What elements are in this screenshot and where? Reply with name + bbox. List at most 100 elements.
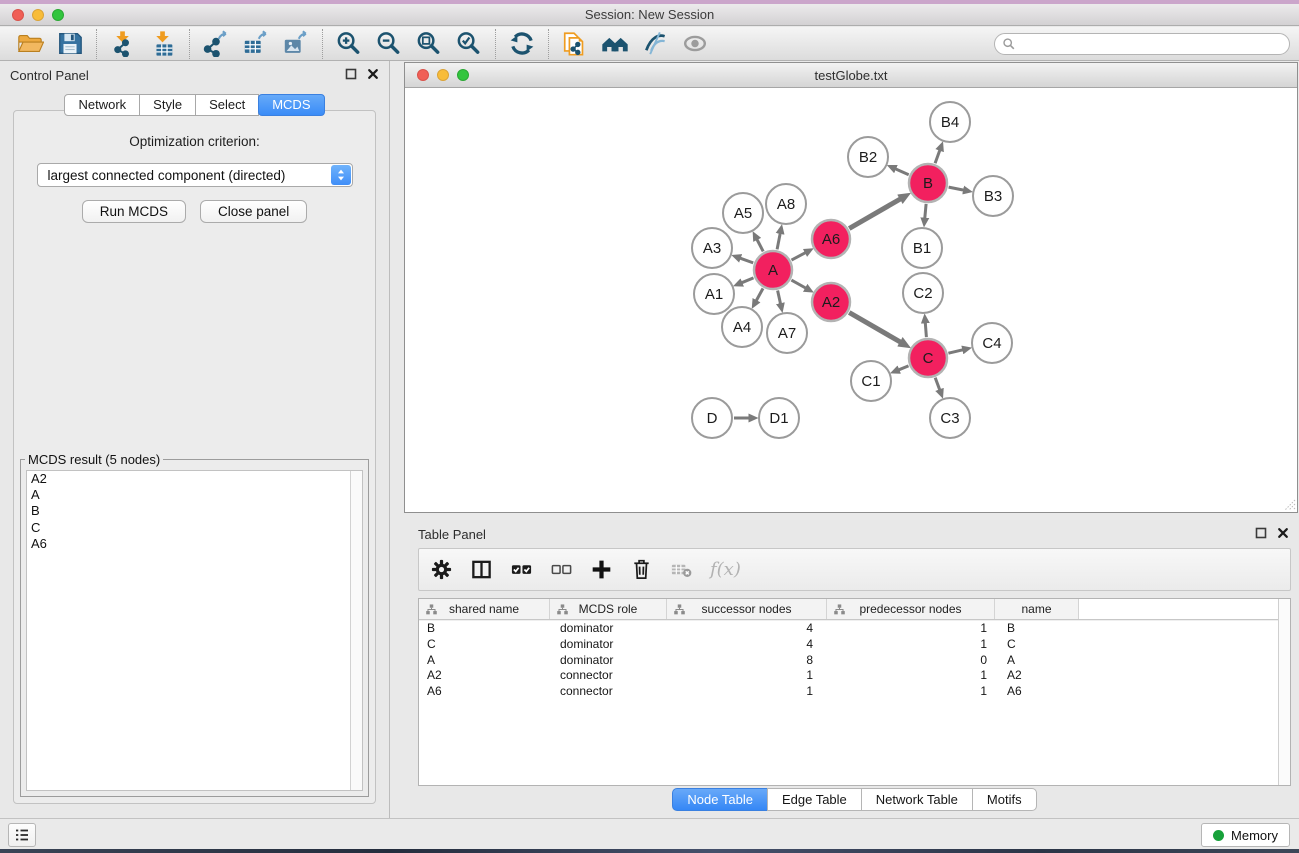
mcds-result-item[interactable]: B xyxy=(27,503,362,519)
table-cell[interactable]: A2 xyxy=(995,668,1079,684)
node-A6[interactable]: A6 xyxy=(812,220,850,258)
edge-A2-C[interactable] xyxy=(849,313,900,343)
edge-C-C3[interactable] xyxy=(935,378,940,390)
edge-A-A3[interactable] xyxy=(740,258,753,263)
node-A4[interactable]: A4 xyxy=(722,307,762,347)
delete-table-icon[interactable] xyxy=(668,557,694,583)
tab-edge-table[interactable]: Edge Table xyxy=(767,788,862,811)
edge-A-A7[interactable] xyxy=(778,291,781,304)
table-options-icon[interactable] xyxy=(428,557,454,583)
tab-node-table[interactable]: Node Table xyxy=(672,788,768,811)
export-table-icon[interactable] xyxy=(236,29,276,59)
memory-button[interactable]: Memory xyxy=(1201,823,1290,847)
node-B1[interactable]: B1 xyxy=(902,228,942,268)
node-C[interactable]: C xyxy=(909,339,947,377)
refresh-icon[interactable] xyxy=(502,29,542,59)
node-A2[interactable]: A2 xyxy=(812,283,850,321)
edge-A-A6[interactable] xyxy=(792,253,806,260)
table-cell[interactable]: 1 xyxy=(827,621,995,637)
table-cell[interactable]: B xyxy=(995,621,1079,637)
result-scrollbar[interactable] xyxy=(350,471,362,790)
node-B2[interactable]: B2 xyxy=(848,137,888,177)
mcds-result-item[interactable]: C xyxy=(27,520,362,536)
table-cell[interactable]: C xyxy=(419,637,550,653)
edge-B-B4[interactable] xyxy=(935,150,940,163)
home-icon[interactable] xyxy=(595,29,635,59)
node-A5[interactable]: A5 xyxy=(723,193,763,233)
node-D1[interactable]: D1 xyxy=(759,398,799,438)
tab-network[interactable]: Network xyxy=(64,94,140,116)
table-cell[interactable]: connector xyxy=(550,684,667,700)
network-canvas[interactable]: B4B2BB3B1A5A8A3A6AA1A4A7A2C2CC4C1C3DD1 xyxy=(405,89,1297,512)
node-C1[interactable]: C1 xyxy=(851,361,891,401)
import-network-icon[interactable] xyxy=(103,29,143,59)
node-D[interactable]: D xyxy=(692,398,732,438)
zoom-selected-icon[interactable] xyxy=(449,29,489,59)
column-header-predecessor-nodes[interactable]: predecessor nodes xyxy=(827,599,995,619)
close-panel-icon[interactable] xyxy=(367,68,379,80)
node-B3[interactable]: B3 xyxy=(973,176,1013,216)
node-A[interactable]: A xyxy=(754,251,792,289)
search-box[interactable] xyxy=(994,33,1290,55)
save-session-icon[interactable] xyxy=(50,29,90,59)
table-row[interactable]: Bdominator41B xyxy=(419,621,1290,637)
network-window-titlebar[interactable]: testGlobe.txt xyxy=(405,63,1297,88)
node-C3[interactable]: C3 xyxy=(930,398,970,438)
table-cell[interactable]: 4 xyxy=(667,637,827,653)
table-cell[interactable]: dominator xyxy=(550,637,667,653)
tab-select[interactable]: Select xyxy=(195,94,259,116)
table-cell[interactable]: 0 xyxy=(827,653,995,669)
table-row[interactable]: Adominator80A xyxy=(419,653,1290,669)
mcds-result-item[interactable]: A2 xyxy=(27,471,362,487)
table-cell[interactable]: 8 xyxy=(667,653,827,669)
open-session-icon[interactable] xyxy=(10,29,50,59)
table-cell[interactable]: A6 xyxy=(995,684,1079,700)
edge-C-C4[interactable] xyxy=(948,350,962,353)
node-C2[interactable]: C2 xyxy=(903,273,943,313)
mcds-result-item[interactable]: A6 xyxy=(27,536,362,552)
close-panel-button[interactable]: Close panel xyxy=(200,200,307,223)
node-B4[interactable]: B4 xyxy=(930,102,970,142)
deselect-all-icon[interactable] xyxy=(548,557,574,583)
table-row[interactable]: A2connector11A2 xyxy=(419,668,1290,684)
export-network-icon[interactable] xyxy=(196,29,236,59)
table-cell[interactable]: 1 xyxy=(827,668,995,684)
node-B[interactable]: B xyxy=(909,164,947,202)
edge-A-A1[interactable] xyxy=(742,278,754,283)
tab-motifs[interactable]: Motifs xyxy=(972,788,1037,811)
add-column-icon[interactable] xyxy=(588,557,614,583)
tab-network-table[interactable]: Network Table xyxy=(861,788,973,811)
table-cell[interactable]: A6 xyxy=(419,684,550,700)
table-cell[interactable]: A xyxy=(419,653,550,669)
column-header-successor-nodes[interactable]: successor nodes xyxy=(667,599,827,619)
import-table-icon[interactable] xyxy=(143,29,183,59)
function-builder-button[interactable]: f(x) xyxy=(708,559,741,580)
edge-A-A5[interactable] xyxy=(757,240,763,252)
table-cell[interactable]: 1 xyxy=(827,637,995,653)
mcds-result-item[interactable]: A xyxy=(27,487,362,503)
table-cell[interactable]: A xyxy=(995,653,1079,669)
edge-C-C1[interactable] xyxy=(899,366,909,370)
table-cell[interactable]: B xyxy=(419,621,550,637)
task-history-button[interactable] xyxy=(8,823,36,847)
table-cell[interactable]: connector xyxy=(550,668,667,684)
tab-style[interactable]: Style xyxy=(139,94,196,116)
node-A3[interactable]: A3 xyxy=(692,228,732,268)
table-cell[interactable]: 4 xyxy=(667,621,827,637)
zoom-in-icon[interactable] xyxy=(329,29,369,59)
criterion-select[interactable]: largest connected component (directed) xyxy=(37,163,353,187)
table-row[interactable]: A6connector11A6 xyxy=(419,684,1290,700)
edge-B-B2[interactable] xyxy=(896,169,909,175)
column-header-shared-name[interactable]: shared name xyxy=(419,599,550,619)
graphics-details-icon[interactable] xyxy=(635,29,675,59)
delete-column-icon[interactable] xyxy=(628,557,654,583)
node-A1[interactable]: A1 xyxy=(694,274,734,314)
table-cell[interactable]: 1 xyxy=(667,684,827,700)
edge-C-C2[interactable] xyxy=(925,323,926,337)
column-header-MCDS-role[interactable]: MCDS role xyxy=(550,599,667,619)
table-cell[interactable]: A2 xyxy=(419,668,550,684)
table-row[interactable]: Cdominator41C xyxy=(419,637,1290,653)
node-C4[interactable]: C4 xyxy=(972,323,1012,363)
split-panel-icon[interactable] xyxy=(468,557,494,583)
zoom-out-icon[interactable] xyxy=(369,29,409,59)
